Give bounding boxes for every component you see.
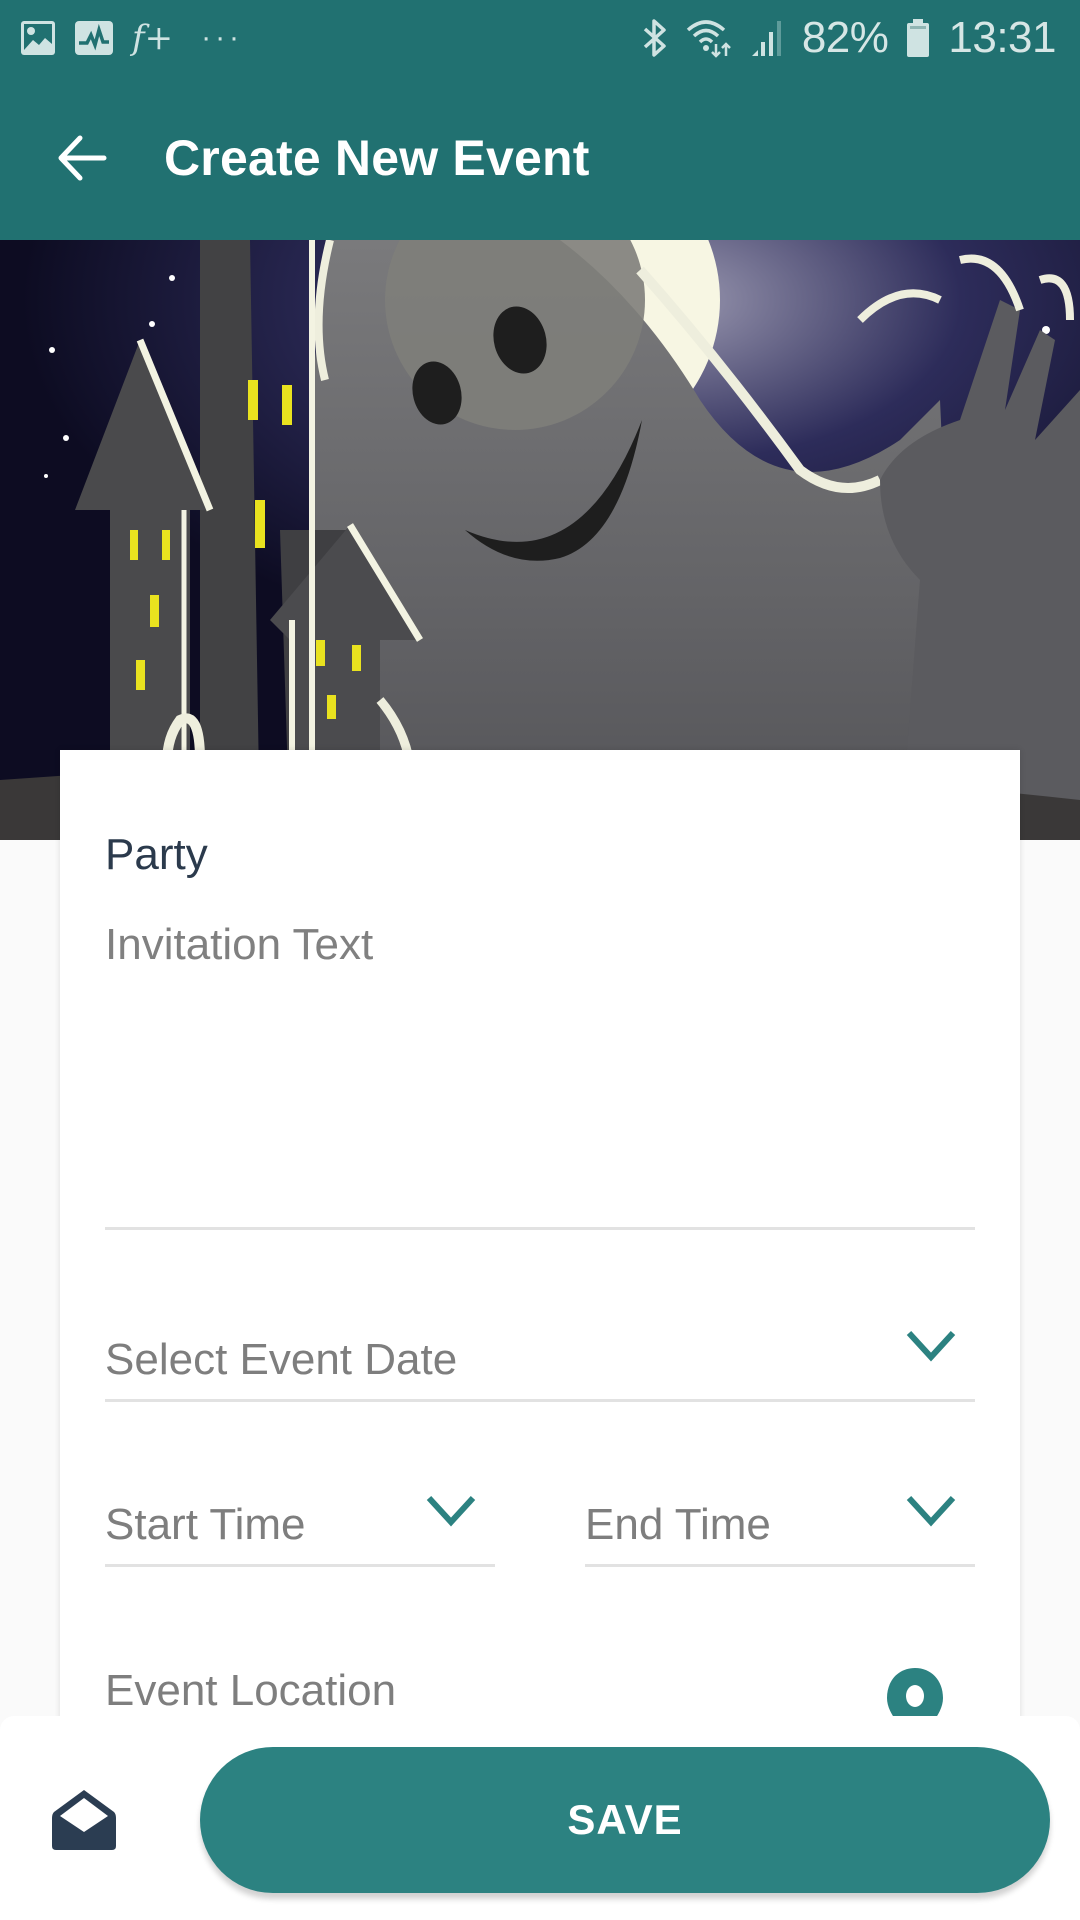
event-type-label: Party — [105, 830, 208, 879]
cell-signal-icon — [750, 18, 784, 58]
invitation-text-input[interactable] — [105, 920, 975, 1230]
clock: 13:31 — [948, 13, 1056, 62]
gallery-icon — [20, 20, 56, 56]
event-form-card: Party Select Event Date Start Time End T… — [60, 750, 1020, 1750]
end-time-label: End Time — [585, 1499, 771, 1549]
system-icons: 82% 13:31 — [642, 13, 1056, 63]
notification-icons: f+ ··· — [20, 18, 243, 58]
end-time-select[interactable]: End Time — [585, 1485, 975, 1567]
event-location-label: Event Location — [105, 1666, 397, 1715]
start-time-label: Start Time — [105, 1499, 306, 1549]
health-monitor-icon — [74, 20, 114, 56]
app-bar: Create New Event — [0, 76, 1080, 240]
battery-icon — [906, 18, 930, 58]
battery-percentage: 82% — [801, 13, 889, 62]
f-plus-icon: f+ — [132, 18, 174, 58]
arrow-left-icon — [58, 135, 107, 181]
status-bar: f+ ··· 82% 13:31 — [0, 0, 1080, 76]
back-button[interactable] — [32, 108, 132, 208]
event-date-select[interactable]: Select Event Date — [105, 1320, 975, 1402]
bluetooth-icon — [642, 18, 668, 58]
page-title: Create New Event — [164, 130, 590, 186]
more-notifications-icon: ··· — [201, 21, 244, 54]
save-button[interactable]: SAVE — [200, 1747, 1050, 1893]
chevron-down-icon — [426, 1495, 476, 1526]
event-date-label: Select Event Date — [105, 1334, 458, 1384]
wifi-icon — [686, 18, 732, 58]
bottom-action-bar: SAVE — [0, 1716, 1080, 1920]
preview-invitation-button[interactable] — [48, 1786, 120, 1854]
start-time-select[interactable]: Start Time — [105, 1485, 495, 1567]
open-envelope-icon — [52, 1790, 116, 1850]
chevron-down-icon — [906, 1495, 956, 1526]
chevron-down-icon — [906, 1330, 956, 1361]
